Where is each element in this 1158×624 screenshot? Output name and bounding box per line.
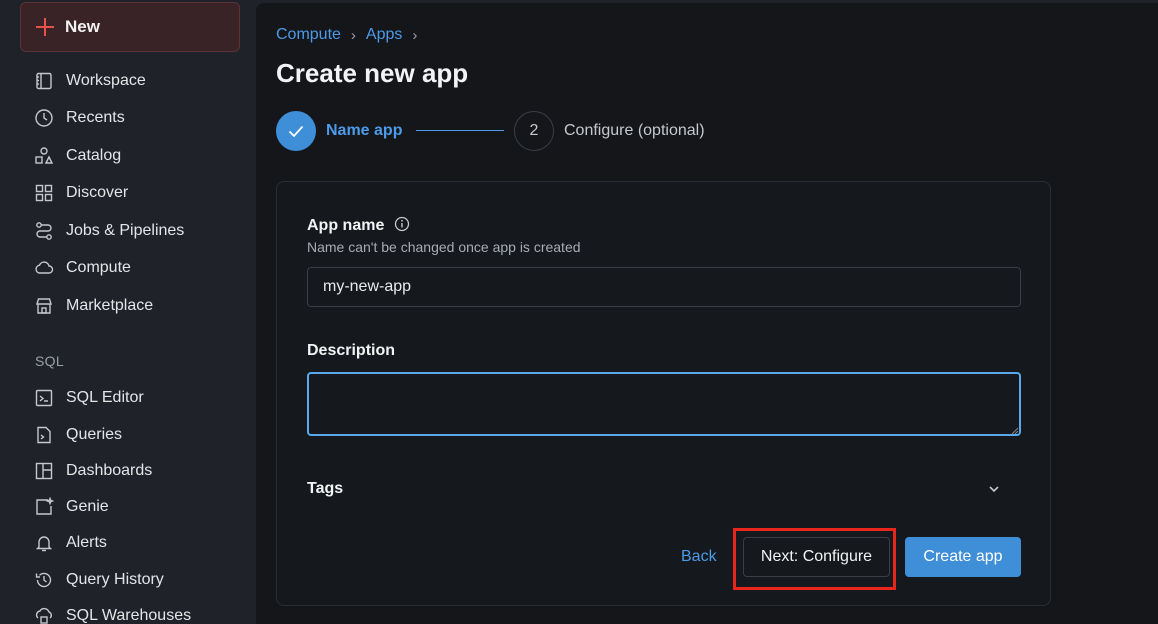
sidebar-item-sql-editor[interactable]: SQL Editor xyxy=(34,385,144,411)
description-textarea[interactable] xyxy=(307,372,1021,436)
stepper-connector xyxy=(416,130,504,131)
main-panel: Compute › Apps › Create new app Name app… xyxy=(256,3,1158,624)
sidebar-item-label: Workspace xyxy=(66,72,146,89)
info-icon[interactable] xyxy=(394,216,410,232)
sidebar-item-compute[interactable]: Compute xyxy=(34,255,131,281)
terminal-icon xyxy=(34,388,54,408)
tags-expander[interactable]: Tags xyxy=(307,477,1007,503)
sidebar-item-genie[interactable]: Genie xyxy=(34,494,109,520)
sidebar-item-queries[interactable]: Queries xyxy=(34,422,122,448)
page-title: Create new app xyxy=(276,58,469,88)
grid-icon xyxy=(34,183,54,203)
step2-indicator: 2 xyxy=(514,111,554,151)
query-file-icon xyxy=(34,425,54,445)
sidebar-item-dashboards[interactable]: Dashboards xyxy=(34,458,152,484)
sidebar-item-query-history[interactable]: Query History xyxy=(34,567,164,593)
tags-label: Tags xyxy=(307,480,344,497)
app-root: New Workspace Recents Catalog Discover J… xyxy=(0,0,1158,624)
sidebar-item-alerts[interactable]: Alerts xyxy=(34,530,107,556)
sidebar-item-label: Dashboards xyxy=(66,462,153,479)
sidebar-item-label: Recents xyxy=(66,109,125,126)
app-name-label: App name xyxy=(307,217,385,234)
cloud-icon xyxy=(34,258,54,278)
sidebar-item-jobs-pipelines[interactable]: Jobs & Pipelines xyxy=(34,218,184,244)
breadcrumb: Compute › Apps › xyxy=(276,26,417,44)
sidebar-item-label: Catalog xyxy=(66,147,122,164)
description-label: Description xyxy=(307,342,396,359)
sidebar-item-catalog[interactable]: Catalog xyxy=(34,143,121,169)
breadcrumb-apps[interactable]: Apps xyxy=(366,26,402,44)
sidebar-item-sql-warehouses[interactable]: SQL Warehouses xyxy=(34,603,191,624)
new-button[interactable]: New xyxy=(20,2,240,52)
create-app-form-card: App name Name can't be changed once app … xyxy=(276,181,1051,606)
sidebar: New Workspace Recents Catalog Discover J… xyxy=(0,0,256,624)
breadcrumb-separator: › xyxy=(350,26,356,44)
clock-icon xyxy=(34,108,54,128)
sidebar-item-label: Marketplace xyxy=(66,297,154,314)
history-icon xyxy=(34,570,54,590)
catalog-icon xyxy=(34,146,54,166)
sidebar-item-workspace[interactable]: Workspace xyxy=(34,68,146,94)
step2-number: 2 xyxy=(529,122,539,139)
sidebar-item-recents[interactable]: Recents xyxy=(34,105,125,131)
step1-label[interactable]: Name app xyxy=(326,122,402,140)
plus-icon xyxy=(36,18,54,36)
sidebar-item-label: Alerts xyxy=(66,534,107,551)
bell-icon xyxy=(34,533,54,553)
app-name-input[interactable] xyxy=(307,267,1021,307)
sidebar-item-label: Queries xyxy=(66,426,123,443)
sidebar-item-label: Jobs & Pipelines xyxy=(66,222,185,239)
back-button[interactable]: Back xyxy=(681,548,717,566)
app-name-hint: Name can't be changed once app is create… xyxy=(307,239,581,255)
workspace-icon xyxy=(34,71,54,91)
sidebar-item-label: SQL Editor xyxy=(66,389,144,406)
store-icon xyxy=(34,296,54,316)
step1-indicator xyxy=(276,111,316,151)
resize-grip-icon[interactable] xyxy=(1011,427,1019,435)
dashboard-icon xyxy=(34,461,54,481)
genie-icon xyxy=(34,497,54,517)
sql-section-label: SQL xyxy=(35,353,64,369)
sidebar-item-label: SQL Warehouses xyxy=(66,607,192,624)
new-button-label: New xyxy=(65,17,100,36)
sidebar-item-label: Compute xyxy=(66,259,131,276)
sidebar-item-marketplace[interactable]: Marketplace xyxy=(34,293,153,319)
sidebar-item-label: Genie xyxy=(66,498,109,515)
step2-label[interactable]: Configure (optional) xyxy=(564,122,705,140)
next-configure-button[interactable]: Next: Configure xyxy=(743,537,890,577)
warehouse-icon xyxy=(34,606,54,624)
sidebar-item-label: Query History xyxy=(66,571,164,588)
sidebar-item-discover[interactable]: Discover xyxy=(34,180,128,206)
create-app-button[interactable]: Create app xyxy=(905,537,1021,577)
sidebar-item-label: Discover xyxy=(66,184,129,201)
jobs-icon xyxy=(34,221,54,241)
breadcrumb-separator: › xyxy=(412,26,418,44)
checkmark-icon xyxy=(288,125,304,138)
chevron-down-icon[interactable] xyxy=(987,482,1001,496)
breadcrumb-compute[interactable]: Compute xyxy=(276,26,341,44)
